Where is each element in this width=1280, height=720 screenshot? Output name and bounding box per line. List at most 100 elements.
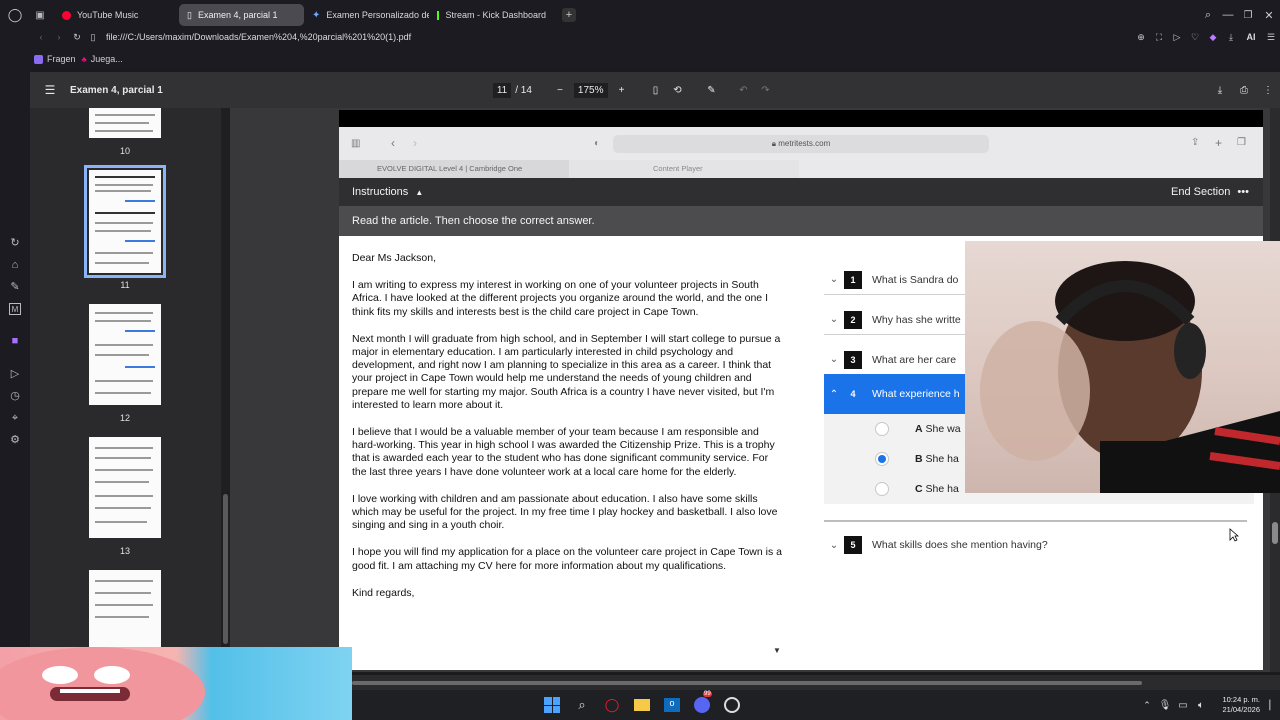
- print-icon[interactable]: ⎙: [1232, 85, 1256, 96]
- tab-examen[interactable]: ▯ Examen 4, parcial 1: [179, 4, 304, 26]
- lock-icon: 🔒︎: [771, 139, 776, 148]
- search-icon[interactable]: ⌕: [574, 697, 590, 713]
- pin-icon[interactable]: ⌖: [9, 412, 21, 424]
- clock[interactable]: 10:24 p. m. 21/04/2026: [1210, 695, 1260, 715]
- embedded-forward-icon: ›: [413, 136, 417, 150]
- tray-chevron-icon[interactable]: ⌃: [1138, 700, 1156, 711]
- article-paragraph: I believe that I would be a valuable mem…: [352, 426, 775, 478]
- more-options-icon[interactable]: ⋮: [1256, 85, 1280, 96]
- zoom-out-button[interactable]: −: [552, 85, 568, 96]
- forward-icon[interactable]: ›: [50, 32, 68, 42]
- opera-logo-icon[interactable]: ◯: [0, 7, 30, 23]
- redo-icon[interactable]: ↷: [758, 85, 774, 96]
- m-icon[interactable]: M: [9, 303, 21, 315]
- article-paragraph: Next month I will graduate from high sch…: [352, 332, 781, 411]
- obs-icon[interactable]: [724, 697, 740, 713]
- player-icon[interactable]: ▷: [9, 368, 21, 380]
- notifications-icon[interactable]: ▏: [1266, 700, 1280, 711]
- network-icon[interactable]: ▭: [1174, 700, 1192, 711]
- bookmark-fragen[interactable]: Fragen: [34, 54, 76, 64]
- url-field[interactable]: file:///C:/Users/maxim/Downloads/Examen%…: [106, 32, 411, 42]
- patrick-star-image: [0, 647, 205, 720]
- embedded-address-field: 🔒︎ metritests.com: [613, 135, 989, 153]
- outlook-icon[interactable]: o: [664, 698, 680, 712]
- thumbnail-sidebar: 10 11 12 13: [30, 108, 230, 648]
- chevron-down-icon: ⌄: [829, 274, 839, 285]
- horizontal-scrollbar[interactable]: [352, 675, 1280, 690]
- history-icon[interactable]: ↻: [9, 237, 21, 249]
- folder-icon[interactable]: [634, 699, 650, 711]
- ai-assistant-icon[interactable]: ⌂: [9, 259, 21, 271]
- tab-youtube-music[interactable]: YouTube Music: [54, 4, 179, 26]
- chevron-up-icon: ⌃: [829, 388, 839, 400]
- start-icon[interactable]: [544, 697, 560, 713]
- sidebar-rail: ↻ ⌂ ✎ M ■ ▷ ◷ ⌖ ⚙: [0, 70, 30, 650]
- play-icon[interactable]: ▷: [1168, 32, 1186, 43]
- end-section-button: End Section •••: [1171, 186, 1249, 198]
- restore-icon[interactable]: ❐: [1238, 10, 1258, 21]
- pdf-menu-icon[interactable]: ☰: [30, 83, 70, 97]
- clock-icon[interactable]: ◷: [9, 390, 21, 402]
- twitch-icon[interactable]: ■: [9, 335, 21, 347]
- caret-up-icon: ▲: [415, 188, 424, 197]
- thumbnail-page-11[interactable]: [84, 165, 166, 278]
- annotate-icon[interactable]: ✎: [704, 85, 720, 96]
- new-tab-icon[interactable]: +: [562, 8, 576, 22]
- ai-button[interactable]: AI: [1240, 32, 1262, 42]
- article-paragraph: I hope you will find my application for …: [352, 546, 782, 572]
- opera-taskbar-icon[interactable]: ◯: [604, 697, 620, 713]
- back-icon[interactable]: ‹: [32, 32, 50, 42]
- rotate-icon[interactable]: ⟲: [670, 85, 686, 96]
- bookmark-juega[interactable]: ♣ Juega...: [82, 54, 123, 64]
- microphone-icon[interactable]: 🎙︎: [1156, 700, 1174, 711]
- zoom-level-input[interactable]: 175%: [573, 82, 608, 98]
- tab-examen-personalizado[interactable]: ✦ Examen Personalizado de: [304, 4, 429, 26]
- zoom-icon[interactable]: ⊕: [1132, 32, 1150, 43]
- thumbnail-label: 13: [119, 546, 130, 556]
- thumbnail-page-12[interactable]: [89, 304, 161, 405]
- page-number-input[interactable]: 11: [492, 82, 512, 98]
- settings-icon[interactable]: ⚙: [9, 434, 21, 446]
- thumbnail-page-10[interactable]: [89, 108, 161, 138]
- page-top-strip: [339, 110, 1263, 127]
- search-tabs-icon[interactable]: ⌕: [1198, 9, 1218, 22]
- pdf-title: Examen 4, parcial 1: [70, 84, 163, 96]
- thumbnail-label: 10: [119, 146, 130, 156]
- extension-icon[interactable]: ◆: [1204, 32, 1222, 43]
- instructions-toggle: Instructions ▲: [352, 186, 424, 198]
- zoom-in-button[interactable]: +: [614, 85, 630, 96]
- question-5: ⌄ 5 What skills does she mention having?: [824, 530, 1254, 560]
- page-icon: ▯: [90, 31, 96, 42]
- thumbnail-label: 11: [120, 280, 130, 290]
- download-icon[interactable]: ⤓: [1222, 32, 1240, 43]
- notes-icon[interactable]: ✎: [9, 281, 21, 293]
- tab-kick-dashboard[interactable]: Stream - Kick Dashboard: [429, 4, 554, 26]
- read-prompt: Read the article. Then choose the correc…: [339, 206, 1263, 236]
- thumbnail-page-14[interactable]: [89, 570, 161, 648]
- radio-b-selected: [875, 452, 889, 466]
- reload-icon[interactable]: ↻: [68, 32, 86, 43]
- heart-icon[interactable]: ♡: [1186, 32, 1204, 43]
- workspaces-icon[interactable]: ▣: [30, 10, 50, 21]
- windows-taskbar: ⌕ ◯ o 99 ⌃ 🎙︎ ▭ 🔈︎ 10:24 p. m. 21/04/202…: [352, 690, 1280, 720]
- volume-icon[interactable]: 🔈︎: [1192, 700, 1210, 711]
- chevron-down-icon: ⌄: [829, 314, 839, 325]
- sidebar-toggle-icon: ▥: [351, 138, 361, 149]
- webcam-person: [980, 261, 1280, 493]
- snapshot-icon[interactable]: ⛶: [1150, 32, 1168, 43]
- discord-icon[interactable]: 99: [694, 691, 712, 713]
- minimize-icon[interactable]: —: [1218, 9, 1238, 21]
- clock-time: 10:24 p. m.: [1222, 695, 1260, 704]
- menu-icon[interactable]: ☰: [1262, 32, 1280, 43]
- clock-date: 21/04/2026: [1222, 705, 1260, 714]
- embedded-tab-1: EVOLVE DIGITAL Level 4 | Cambridge One: [339, 160, 569, 178]
- thumbnail-page-13[interactable]: [89, 437, 161, 538]
- close-icon[interactable]: ✕: [1258, 9, 1280, 22]
- pdf-download-icon[interactable]: ⤓: [1208, 85, 1232, 96]
- thumbnail-scrollbar[interactable]: [221, 108, 230, 648]
- undo-icon[interactable]: ↶: [736, 85, 752, 96]
- divider: [824, 520, 1247, 522]
- thumbnail-label: 12: [119, 413, 130, 423]
- fit-page-icon[interactable]: ▯: [648, 85, 664, 96]
- tabs-overview-icon: ❐: [1237, 137, 1246, 148]
